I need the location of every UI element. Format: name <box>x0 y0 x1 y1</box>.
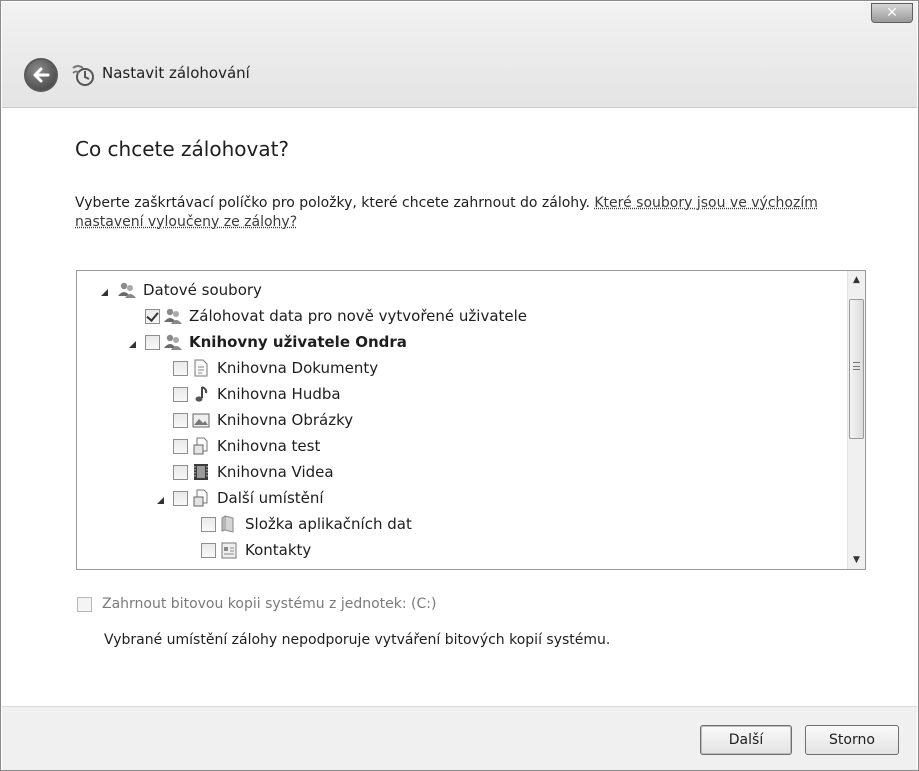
wizard-footer: Další Storno <box>2 706 917 770</box>
instruction-text: Vyberte zaškrtávací políčko pro položky,… <box>75 194 855 232</box>
backup-wizard-window: ✕ Nastavit zálohování Co chcete zálohova… <box>0 0 919 771</box>
tree-item-label: Datové soubory <box>143 281 262 299</box>
folder-icon <box>219 514 239 534</box>
system-image-note: Vybrané umístění zálohy nepodporuje vytv… <box>104 632 611 648</box>
close-button[interactable]: ✕ <box>871 3 913 23</box>
scroll-up-arrow-icon[interactable]: ▲ <box>848 271 865 289</box>
tree-item[interactable]: Knihovna Videa <box>173 459 334 485</box>
next-button[interactable]: Další <box>700 725 792 755</box>
item-checkbox[interactable] <box>173 438 188 454</box>
music-icon <box>191 384 211 404</box>
tree-item[interactable]: Knihovna Hudba <box>173 381 341 407</box>
users-icon <box>163 332 183 352</box>
wizard-title: Nastavit zálohování <box>102 64 250 82</box>
tree-item-label: Knihovna Hudba <box>217 385 341 403</box>
tree-item-label: Knihovna Dokumenty <box>217 359 379 377</box>
scroll-thumb[interactable] <box>849 299 864 439</box>
system-image-option[interactable]: Zahrnout bitovou kopii systému z jednote… <box>77 596 436 612</box>
item-checkbox[interactable] <box>201 542 216 558</box>
video-icon <box>191 462 211 482</box>
tree-item-label: Knihovny uživatele Ondra <box>189 333 407 351</box>
tree-item[interactable]: Zálohovat data pro nově vytvořené uživat… <box>145 303 527 329</box>
page-heading: Co chcete zálohovat? <box>75 137 290 161</box>
library-icon <box>191 436 211 456</box>
users-icon <box>117 280 137 300</box>
expand-arrow-icon[interactable] <box>155 492 167 504</box>
item-checkbox[interactable] <box>173 464 188 480</box>
tree-item[interactable]: Knihovna test <box>173 433 320 459</box>
back-arrow-icon <box>33 67 50 83</box>
tree-item[interactable]: Knihovny uživatele Ondra <box>127 329 407 355</box>
picture-icon <box>191 410 211 430</box>
tree-scrollbar[interactable]: ▲ ▼ <box>847 271 865 569</box>
instruction-label: Vyberte zaškrtávací políčko pro položky,… <box>75 195 590 211</box>
tree-item-label: Kontakty <box>245 541 312 559</box>
tree-item-label: Zálohovat data pro nově vytvořené uživat… <box>189 307 528 325</box>
document-icon <box>191 358 211 378</box>
tree-item[interactable]: Knihovna Dokumenty <box>173 355 378 381</box>
item-checkbox[interactable] <box>145 334 160 350</box>
tree-item-label: Složka aplikačních dat <box>245 515 412 533</box>
backup-items-tree[interactable]: Datové soubory Zálohovat data pro nově vy… <box>76 270 866 570</box>
item-checkbox[interactable] <box>201 516 216 532</box>
tree-item-label: Knihovna test <box>217 437 321 455</box>
tree-item[interactable]: Další umístění <box>155 485 324 511</box>
users-icon <box>163 306 183 326</box>
system-image-label: Zahrnout bitovou kopii systému z jednote… <box>102 596 437 612</box>
item-checkbox[interactable] <box>173 490 188 506</box>
back-button[interactable] <box>24 58 58 92</box>
tree-item[interactable]: Kontakty <box>201 537 311 563</box>
cancel-button[interactable]: Storno <box>805 725 899 755</box>
item-checkbox[interactable] <box>145 308 160 324</box>
title-area: ✕ Nastavit zálohování <box>2 2 917 108</box>
item-checkbox[interactable] <box>173 360 188 376</box>
library-icon <box>191 488 211 508</box>
tree-item-label: Knihovna Videa <box>217 463 334 481</box>
backup-icon <box>72 65 94 86</box>
contacts-icon <box>219 540 239 560</box>
tree-item[interactable]: Složka aplikačních dat <box>201 511 412 537</box>
system-image-checkbox[interactable] <box>77 596 92 612</box>
item-checkbox[interactable] <box>173 386 188 402</box>
tree-item[interactable]: Datové soubory <box>99 277 262 303</box>
tree-item-label: Další umístění <box>217 489 324 507</box>
scroll-down-arrow-icon[interactable]: ▼ <box>848 551 865 569</box>
tree-item-label: Knihovna Obrázky <box>217 411 354 429</box>
expand-arrow-icon[interactable] <box>127 336 139 348</box>
expand-arrow-icon[interactable] <box>99 284 111 296</box>
item-checkbox[interactable] <box>173 412 188 428</box>
tree-item[interactable]: Knihovna Obrázky <box>173 407 353 433</box>
